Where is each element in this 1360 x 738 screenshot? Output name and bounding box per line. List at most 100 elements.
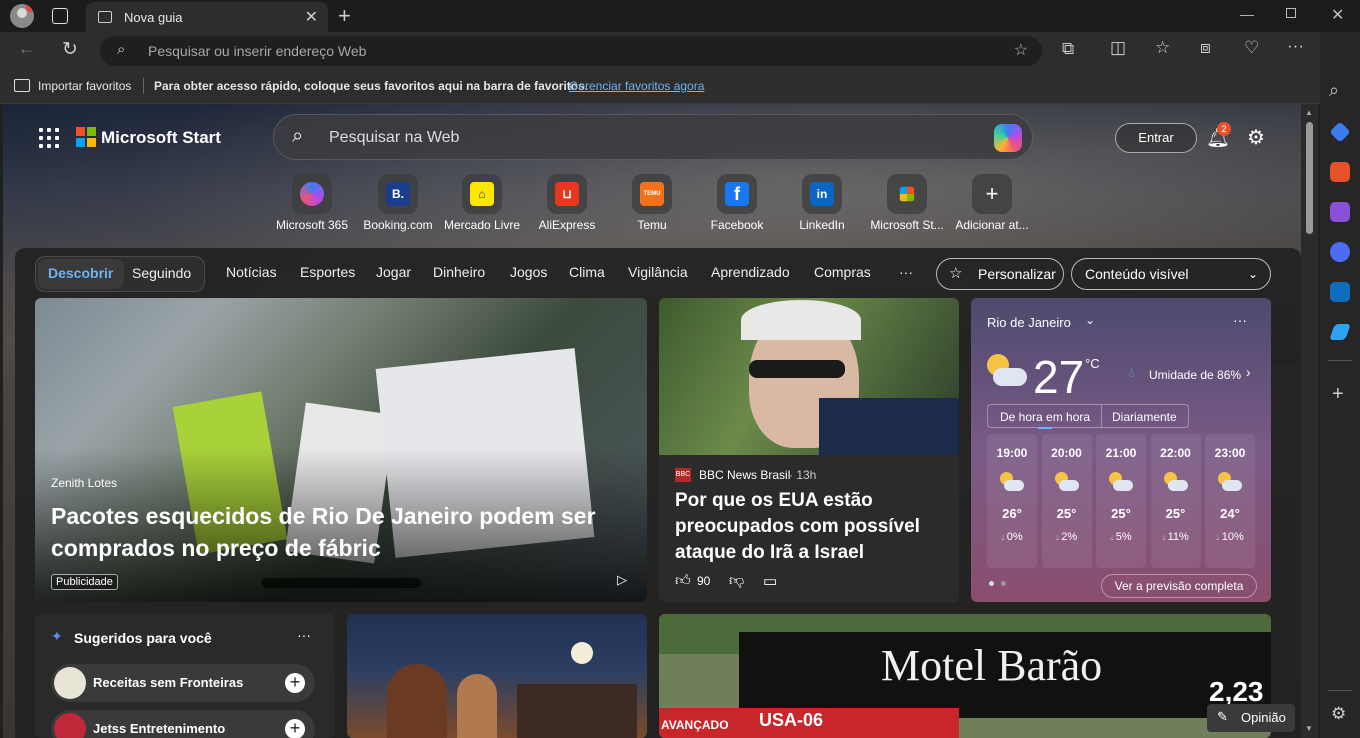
hour-column[interactable]: 23:00 24° 💧︎ 10%: [1205, 434, 1255, 568]
favorites-icon[interactable]: ☆: [1155, 38, 1170, 58]
tab-discover[interactable]: Descobrir: [48, 265, 113, 281]
browser-essentials-icon[interactable]: ♡: [1244, 38, 1259, 58]
suggested-item[interactable]: Jetss Entretenimento +: [51, 710, 315, 738]
dislike-icon[interactable]: 👎︎: [729, 572, 744, 590]
suggested-more-icon[interactable]: ···: [297, 627, 311, 643]
temu-icon: TEMU: [632, 174, 672, 214]
hero-headline[interactable]: Pacotes esquecidos de Rio De Janeiro pod…: [51, 500, 611, 564]
tools-icon[interactable]: [1330, 162, 1350, 182]
brand-title[interactable]: Microsoft Start: [101, 128, 221, 148]
address-input[interactable]: Pesquisar ou inserir endereço Web: [148, 43, 366, 59]
tab-following[interactable]: Seguindo: [132, 265, 191, 281]
import-favorites[interactable]: Importar favoritos: [38, 79, 131, 93]
quick-link[interactable]: Microsoft 365: [262, 174, 362, 232]
tab-hourly[interactable]: De hora em hora: [1000, 410, 1090, 424]
add-favorite-icon[interactable]: ☆: [1014, 40, 1028, 60]
weather-unit[interactable]: °C: [1085, 356, 1100, 371]
hour-rain-value: 5%: [1115, 531, 1132, 543]
tab-actions-icon[interactable]: [52, 8, 68, 24]
tab-daily[interactable]: Diariamente: [1112, 410, 1177, 424]
manage-favorites-link[interactable]: Gerenciar favoritos agora: [569, 79, 704, 93]
weather-more-icon[interactable]: ···: [1233, 312, 1247, 328]
games-icon[interactable]: [1330, 202, 1350, 222]
close-window-icon[interactable]: ✕: [1331, 5, 1344, 25]
send-icon[interactable]: [1329, 324, 1351, 340]
page-scrollbar[interactable]: ▲ ▼: [1301, 104, 1318, 738]
carousel-dots[interactable]: [261, 578, 421, 588]
apps-launcher-icon[interactable]: [39, 128, 59, 148]
weather-page-dot[interactable]: [989, 581, 994, 586]
personalize-button[interactable]: ☆ Personalizar: [936, 258, 1064, 290]
nav-category[interactable]: Dinheiro: [433, 264, 485, 280]
hour-rain: 💧︎ 2%: [1042, 531, 1092, 543]
hero-card[interactable]: Zenith Lotes Pacotes esquecidos de Rio D…: [35, 298, 647, 602]
weather-city[interactable]: Rio de Janeiro: [987, 315, 1071, 330]
hour-column[interactable]: 19:00 26° 💧︎ 0%: [987, 434, 1037, 568]
new-tab-button[interactable]: +: [338, 3, 351, 29]
profile-avatar[interactable]: [10, 4, 34, 28]
scroll-thumb[interactable]: [1306, 122, 1313, 234]
hour-rain-value: 0%: [1006, 531, 1023, 543]
nav-category[interactable]: Compras: [814, 264, 871, 280]
visible-content-dropdown[interactable]: Conteúdo visível ⌄: [1071, 258, 1271, 290]
add-sidebar-icon[interactable]: +: [1332, 383, 1344, 406]
search-icon: ⌕: [117, 41, 126, 58]
active-tab[interactable]: Nova guia ✕: [86, 2, 328, 32]
nav-category[interactable]: Aprendizado: [711, 264, 790, 280]
settings-more-icon[interactable]: ···: [1287, 36, 1304, 56]
restore-icon[interactable]: [1286, 8, 1296, 18]
nav-category[interactable]: Jogar: [376, 264, 411, 280]
full-forecast-button[interactable]: Ver a previsão completa: [1101, 574, 1257, 598]
close-tab-icon[interactable]: ✕: [305, 7, 318, 27]
sidebar-settings-icon[interactable]: ⚙: [1331, 704, 1346, 724]
back-icon[interactable]: ←: [18, 39, 35, 59]
follow-add-icon[interactable]: +: [285, 719, 305, 738]
outlook-icon[interactable]: [1330, 282, 1350, 302]
feedback-button[interactable]: ✎ Opinião: [1207, 704, 1295, 732]
more-categories[interactable]: ···: [899, 264, 913, 280]
hour-column[interactable]: 22:00 25° 💧︎ 11%: [1150, 434, 1201, 568]
game-card[interactable]: [347, 614, 647, 738]
web-search-input[interactable]: Pesquisar na Web: [329, 129, 459, 147]
hour-column[interactable]: 20:00 25° 💧︎ 2%: [1041, 434, 1092, 568]
sidebar-search-icon[interactable]: ⌕: [1329, 80, 1339, 101]
comment-icon[interactable]: ▭: [763, 572, 777, 590]
page-settings-icon[interactable]: ⚙: [1247, 125, 1265, 150]
nav-category[interactable]: Esportes: [300, 264, 355, 280]
nav-category[interactable]: Notícias: [226, 264, 277, 280]
collections-icon[interactable]: ⧈: [1200, 38, 1211, 58]
nav-category[interactable]: Jogos: [510, 264, 547, 280]
scroll-down-icon[interactable]: ▼: [1305, 724, 1313, 733]
weather-card[interactable]: Rio de Janeiro ⌄ ··· 27 °C 💧︎ Umidade de…: [971, 298, 1271, 602]
sparkle-star-icon: ☆: [949, 265, 963, 282]
scroll-up-icon[interactable]: ▲: [1305, 108, 1313, 117]
bus-side-text: AVANÇADO: [661, 718, 729, 732]
news-headline[interactable]: Por que os EUA estão preocupados com pos…: [675, 488, 945, 566]
split-screen-icon[interactable]: ◫: [1110, 38, 1126, 58]
like-icon[interactable]: 👍︎: [675, 572, 691, 590]
nav-category[interactable]: Clima: [569, 264, 605, 280]
hour-rain: 💧︎ 0%: [987, 531, 1037, 543]
suggested-item[interactable]: Receitas sem Fronteiras +: [51, 664, 315, 702]
weather-page-dot[interactable]: [1001, 581, 1006, 586]
chevron-down-icon[interactable]: ⌄: [1085, 313, 1095, 327]
chevron-right-icon[interactable]: ›: [1246, 364, 1251, 380]
microsoft365-icon[interactable]: [1330, 242, 1350, 262]
web-search-box[interactable]: ⌕ Pesquisar na Web: [273, 114, 1033, 160]
news-image: [659, 298, 959, 455]
follow-add-icon[interactable]: +: [285, 673, 305, 693]
quick-link[interactable]: + Adicionar at...: [942, 174, 1042, 232]
copilot-icon[interactable]: [994, 124, 1022, 152]
signin-button[interactable]: Entrar: [1115, 123, 1197, 153]
motel-card[interactable]: Motel Barão 2,23 USA-06 AVANÇADO: [659, 614, 1271, 738]
address-bar[interactable]: ⌕ Pesquisar ou inserir endereço Web ☆: [100, 36, 1042, 66]
nav-category[interactable]: Vigilância: [628, 264, 688, 280]
news-card[interactable]: BBC BBC News Brasil · 13h Por que os EUA…: [659, 298, 959, 602]
hour-column[interactable]: 21:00 25° 💧︎ 5%: [1096, 434, 1146, 568]
minimize-icon[interactable]: —: [1240, 6, 1254, 22]
favorites-bar: Importar favoritos Para obter acesso ráp…: [0, 70, 1320, 104]
refresh-icon[interactable]: ↻: [62, 38, 78, 61]
play-icon[interactable]: ▷: [617, 572, 627, 588]
extensions-icon[interactable]: ⧉: [1062, 39, 1074, 59]
shopping-icon[interactable]: [1329, 121, 1351, 143]
